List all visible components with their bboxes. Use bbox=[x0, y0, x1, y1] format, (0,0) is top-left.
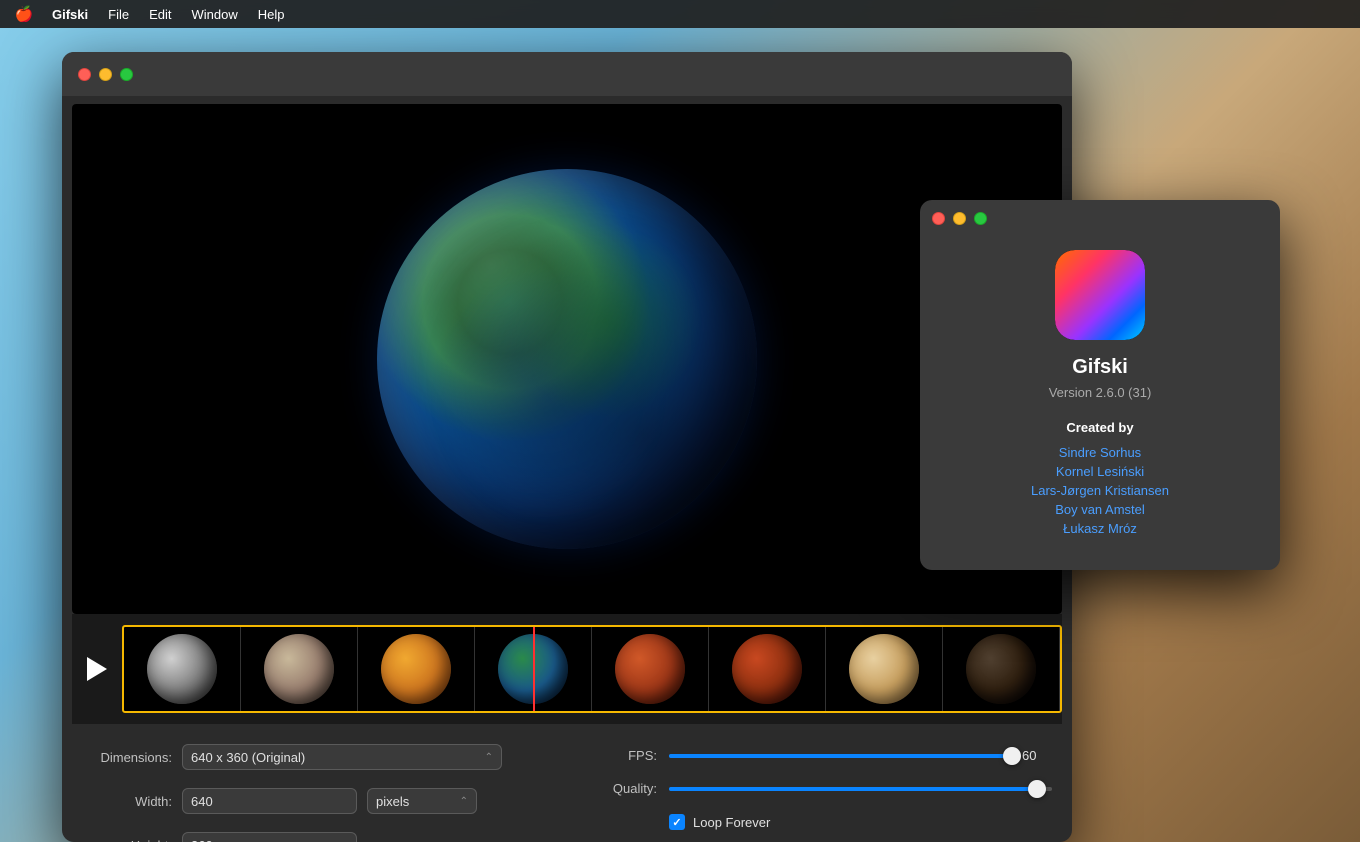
about-close-button[interactable] bbox=[932, 212, 945, 225]
height-label: Height: bbox=[82, 838, 172, 842]
unit-chevron-icon: ⌃ bbox=[460, 796, 468, 807]
height-input[interactable] bbox=[182, 832, 357, 842]
fps-label: FPS: bbox=[587, 748, 657, 763]
fps-row: FPS: 60 bbox=[587, 748, 1052, 763]
about-dialog: Gifski Version 2.6.0 (31) Created by Sin… bbox=[920, 200, 1280, 570]
app-icon-gradient bbox=[1055, 250, 1145, 340]
film-frame-dark bbox=[943, 627, 1060, 711]
chevron-down-icon: ⌃ bbox=[485, 752, 493, 763]
menubar-file[interactable]: File bbox=[108, 7, 129, 22]
about-maximize-button[interactable] bbox=[974, 212, 987, 225]
contributor-sindre[interactable]: Sindre Sorhus bbox=[1059, 445, 1141, 460]
fps-slider-track[interactable] bbox=[669, 754, 1012, 758]
controls-area: Dimensions: 640 x 360 (Original) ⌃ Width… bbox=[62, 724, 1072, 842]
planet-thumbnail-mars bbox=[615, 634, 685, 704]
about-app-name: Gifski bbox=[1072, 356, 1128, 379]
about-version: Version 2.6.0 (31) bbox=[1049, 385, 1152, 400]
play-icon bbox=[87, 657, 107, 681]
width-row: Width: pixels ⌃ bbox=[82, 788, 547, 814]
film-frame-moon bbox=[124, 627, 241, 711]
timeline-area bbox=[72, 614, 1062, 724]
filmstrip[interactable] bbox=[122, 625, 1062, 713]
quality-slider-container bbox=[669, 787, 1052, 791]
film-frame-mars bbox=[592, 627, 709, 711]
video-preview bbox=[72, 104, 1062, 614]
contributor-lars[interactable]: Lars-Jørgen Kristiansen bbox=[1031, 483, 1169, 498]
unit-select[interactable]: pixels ⌃ bbox=[367, 788, 477, 814]
right-controls: FPS: 60 Quality: bbox=[587, 744, 1052, 842]
playhead bbox=[533, 627, 535, 711]
film-frame-earth bbox=[475, 627, 592, 711]
planet-thumbnail-mercury bbox=[264, 634, 334, 704]
check-icon: ✓ bbox=[672, 816, 681, 829]
menubar: 🍎 Gifski File Edit Window Help bbox=[0, 0, 1360, 28]
planet-thumbnail-moon bbox=[147, 634, 217, 704]
film-frame-mars2 bbox=[709, 627, 826, 711]
planet-thumbnail-venus bbox=[381, 634, 451, 704]
loop-checkbox[interactable]: ✓ bbox=[669, 814, 685, 830]
quality-slider-track[interactable] bbox=[669, 787, 1052, 791]
menubar-help[interactable]: Help bbox=[258, 7, 285, 22]
planet-thumbnail-mars2 bbox=[732, 634, 802, 704]
contributor-kornel[interactable]: Kornel Lesiński bbox=[1056, 464, 1144, 479]
fps-slider-container: 60 bbox=[669, 748, 1052, 763]
planet-thumbnail-jupiter bbox=[849, 634, 919, 704]
contributor-lukasz[interactable]: Łukasz Mróz bbox=[1063, 521, 1137, 536]
fps-slider-fill bbox=[669, 754, 1012, 758]
planet-thumbnail-dark bbox=[966, 634, 1036, 704]
menubar-edit[interactable]: Edit bbox=[149, 7, 171, 22]
fps-value: 60 bbox=[1022, 748, 1052, 763]
loop-row: ✓ Loop Forever bbox=[587, 814, 1052, 830]
window-maximize-button[interactable] bbox=[120, 68, 133, 81]
earth-image bbox=[377, 169, 757, 549]
window-minimize-button[interactable] bbox=[99, 68, 112, 81]
dimensions-label: Dimensions: bbox=[82, 750, 172, 765]
window-close-button[interactable] bbox=[78, 68, 91, 81]
unit-value: pixels bbox=[376, 794, 409, 809]
fps-slider-thumb[interactable] bbox=[1003, 747, 1021, 765]
width-label: Width: bbox=[82, 794, 172, 809]
quality-slider-thumb[interactable] bbox=[1028, 780, 1046, 798]
dimensions-select[interactable]: 640 x 360 (Original) ⌃ bbox=[182, 744, 502, 770]
width-input[interactable] bbox=[182, 788, 357, 814]
film-frame-mercury bbox=[241, 627, 358, 711]
menubar-app-name[interactable]: Gifski bbox=[52, 7, 88, 22]
about-app-icon bbox=[1055, 250, 1145, 340]
loop-label: Loop Forever bbox=[693, 815, 770, 830]
contributor-boy[interactable]: Boy van Amstel bbox=[1055, 502, 1145, 517]
quality-row: Quality: bbox=[587, 781, 1052, 796]
film-frame-venus bbox=[358, 627, 475, 711]
about-titlebar bbox=[920, 200, 1280, 236]
menubar-window[interactable]: Window bbox=[191, 7, 237, 22]
earth-container bbox=[72, 104, 1062, 614]
apple-menu[interactable]: 🍎 bbox=[16, 6, 32, 22]
film-frame-jupiter bbox=[826, 627, 943, 711]
height-row: Height: bbox=[82, 832, 547, 842]
dimensions-row: Dimensions: 640 x 360 (Original) ⌃ bbox=[82, 744, 547, 770]
quality-slider-fill bbox=[669, 787, 1037, 791]
left-controls: Dimensions: 640 x 360 (Original) ⌃ Width… bbox=[82, 744, 547, 842]
play-button[interactable] bbox=[72, 614, 122, 724]
quality-label: Quality: bbox=[587, 781, 657, 796]
about-minimize-button[interactable] bbox=[953, 212, 966, 225]
window-titlebar bbox=[62, 52, 1072, 96]
about-created-by-label: Created by bbox=[1066, 420, 1133, 435]
dimensions-value: 640 x 360 (Original) bbox=[191, 750, 305, 765]
